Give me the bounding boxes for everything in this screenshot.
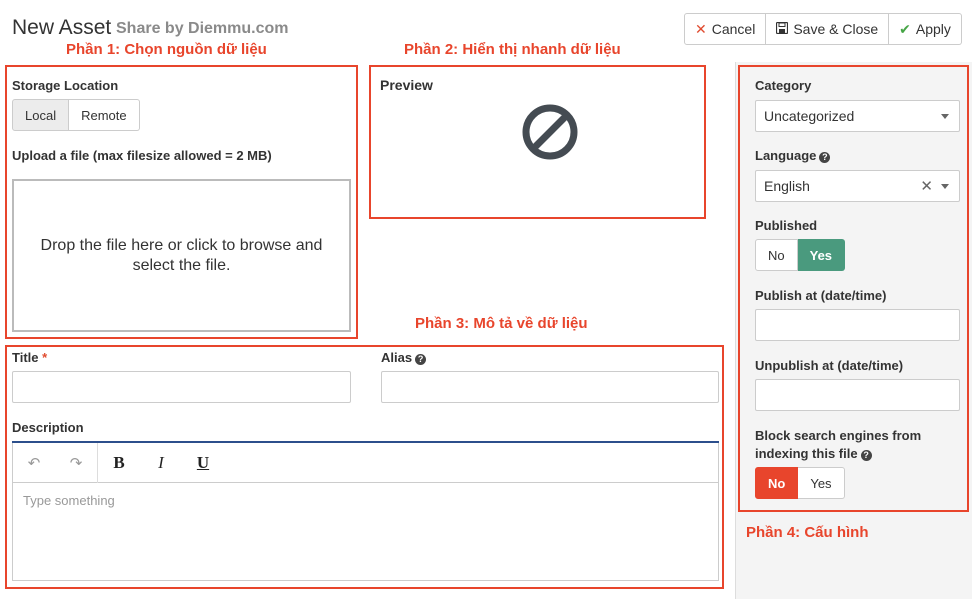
chevron-down-icon (941, 184, 949, 189)
storage-remote-button[interactable]: Remote (69, 99, 140, 131)
help-icon[interactable]: ? (819, 152, 831, 163)
editor-focus-line (12, 441, 719, 443)
undo-icon[interactable]: ↶ (13, 443, 55, 483)
editor-toolbar: ↶ ↷ B I U (13, 442, 718, 483)
page-title: New Asset (12, 16, 112, 39)
dropzone-text: Drop the file here or click to browse an… (40, 236, 323, 274)
language-label: Language? (755, 148, 831, 163)
help-icon[interactable]: ? (860, 450, 872, 461)
preview-label: Preview (380, 77, 433, 93)
block-search-label-line2: indexing this file? (755, 446, 872, 461)
language-select[interactable]: English ✕ (755, 170, 960, 202)
title-input[interactable] (12, 371, 351, 403)
published-no-button[interactable]: No (755, 239, 798, 271)
description-label: Description (12, 420, 84, 435)
unpublish-at-label: Unpublish at (date/time) (755, 358, 904, 373)
file-dropzone[interactable]: Drop the file here or click to browse an… (12, 179, 351, 332)
close-icon: ✕ (695, 20, 707, 37)
apply-label: Apply (915, 21, 951, 37)
save-close-label: Save & Close (793, 21, 879, 37)
alias-input[interactable] (381, 371, 719, 403)
annotation-part3: Phần 3: Mô tả về dữ liệu (415, 315, 588, 332)
storage-location-label: Storage Location (12, 78, 119, 93)
chevron-down-icon (941, 114, 949, 119)
watermark-text: Share by Diemmu.com (116, 20, 289, 37)
toolbar: ✕ Cancel Save & Close ✔ Apply (684, 13, 962, 45)
help-icon[interactable]: ? (415, 354, 427, 365)
required-marker: * (42, 350, 48, 365)
underline-button[interactable]: U (182, 443, 224, 483)
redo-icon[interactable]: ↷ (55, 443, 97, 483)
block-search-yes-button[interactable]: Yes (798, 467, 845, 499)
cancel-label: Cancel (711, 21, 756, 37)
bold-button[interactable]: B (98, 443, 140, 483)
storage-local-button[interactable]: Local (12, 99, 70, 131)
annotation-part2: Phần 2: Hiển thị nhanh dữ liệu (404, 41, 621, 58)
published-yes-button[interactable]: Yes (797, 239, 846, 271)
published-label: Published (755, 218, 818, 233)
clear-icon[interactable]: ✕ (920, 177, 933, 195)
block-search-label: Block search engines from (755, 428, 922, 443)
published-toggle: No Yes (755, 239, 846, 271)
storage-location-toggle: Local Remote (12, 99, 140, 131)
block-search-no-button[interactable]: No (755, 467, 799, 499)
apply-button[interactable]: ✔ Apply (889, 13, 962, 45)
publish-at-label: Publish at (date/time) (755, 288, 887, 303)
upload-label: Upload a file (max filesize allowed = 2 … (12, 148, 272, 163)
category-label: Category (755, 78, 812, 93)
annotation-part1: Phần 1: Chọn nguồn dữ liệu (66, 41, 267, 58)
block-search-toggle: No Yes (755, 467, 845, 499)
check-icon: ✔ (899, 20, 911, 37)
publish-at-input[interactable] (755, 309, 960, 341)
category-value: Uncategorized (764, 108, 855, 124)
language-value: English (764, 178, 810, 194)
title-label: Title * (12, 350, 48, 365)
no-preview-icon (522, 104, 578, 160)
alias-label: Alias? (381, 350, 427, 365)
save-close-button[interactable]: Save & Close (766, 13, 890, 45)
italic-button[interactable]: I (140, 443, 182, 483)
description-textarea[interactable]: Type something (23, 493, 115, 508)
unpublish-at-input[interactable] (755, 379, 960, 411)
category-select[interactable]: Uncategorized (755, 100, 960, 132)
cancel-button[interactable]: ✕ Cancel (684, 13, 767, 45)
save-icon (776, 21, 789, 37)
description-editor: ↶ ↷ B I U Type something (12, 442, 719, 581)
annotation-part4: Phần 4: Cấu hình (746, 524, 869, 541)
